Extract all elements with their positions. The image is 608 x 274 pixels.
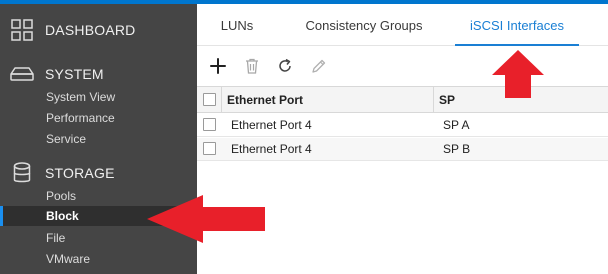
tab-bar: LUNs Consistency Groups iSCSI Interfaces bbox=[197, 4, 608, 46]
table-header: Ethernet Port SP bbox=[197, 86, 608, 113]
trash-icon[interactable] bbox=[241, 55, 263, 77]
cell-ethernet-port: Ethernet Port 4 bbox=[231, 118, 312, 132]
annotation-arrow-up bbox=[492, 50, 544, 98]
column-header-sp[interactable]: SP bbox=[439, 87, 455, 112]
refresh-icon[interactable] bbox=[274, 55, 296, 77]
sidebar-item-vmware[interactable]: VMware bbox=[0, 249, 197, 269]
database-cylinder-icon bbox=[10, 161, 34, 185]
select-all-checkbox[interactable] bbox=[203, 93, 216, 106]
column-header-ethernet-port[interactable]: Ethernet Port bbox=[227, 87, 303, 112]
table-row[interactable]: Ethernet Port 4 SP A bbox=[197, 114, 608, 137]
sidebar-item-label: Service bbox=[46, 132, 87, 146]
sidebar-item-label: System View bbox=[46, 90, 116, 104]
cell-ethernet-port: Ethernet Port 4 bbox=[231, 142, 312, 156]
column-divider bbox=[433, 87, 434, 112]
sidebar-item-performance[interactable]: Performance bbox=[0, 108, 197, 128]
toolbar bbox=[197, 47, 608, 85]
cell-sp: SP B bbox=[443, 142, 471, 156]
sidebar-item-label: Block bbox=[46, 209, 79, 223]
pencil-icon[interactable] bbox=[308, 55, 330, 77]
plus-icon[interactable] bbox=[207, 55, 229, 77]
cell-sp: SP A bbox=[443, 118, 470, 132]
sidebar-item-label: VMware bbox=[46, 252, 91, 266]
tab-iscsi-interfaces[interactable]: iSCSI Interfaces bbox=[455, 4, 579, 46]
column-divider bbox=[221, 87, 222, 112]
tab-consistency-groups[interactable]: Consistency Groups bbox=[297, 4, 431, 46]
sidebar-section-label: DASHBOARD bbox=[45, 22, 136, 38]
sidebar-section-dashboard[interactable]: DASHBOARD bbox=[0, 18, 197, 42]
row-checkbox[interactable] bbox=[203, 142, 216, 155]
annotation-arrow-left bbox=[147, 195, 265, 243]
sidebar-item-label: Performance bbox=[46, 111, 115, 125]
tab-luns[interactable]: LUNs bbox=[209, 4, 265, 46]
storage-drive-icon bbox=[10, 62, 34, 86]
sidebar-item-label: File bbox=[46, 231, 66, 245]
sidebar-section-system[interactable]: SYSTEM bbox=[0, 62, 197, 86]
dashboard-grid-icon bbox=[10, 18, 34, 42]
row-checkbox[interactable] bbox=[203, 118, 216, 131]
sidebar-section-label: SYSTEM bbox=[45, 66, 104, 82]
sidebar-section-label: STORAGE bbox=[45, 165, 115, 181]
table-row[interactable]: Ethernet Port 4 SP B bbox=[197, 138, 608, 161]
sidebar-section-storage[interactable]: STORAGE bbox=[0, 161, 197, 185]
sidebar-item-system-view[interactable]: System View bbox=[0, 87, 197, 107]
sidebar-item-service[interactable]: Service bbox=[0, 129, 197, 149]
sidebar-item-label: Pools bbox=[46, 189, 77, 203]
